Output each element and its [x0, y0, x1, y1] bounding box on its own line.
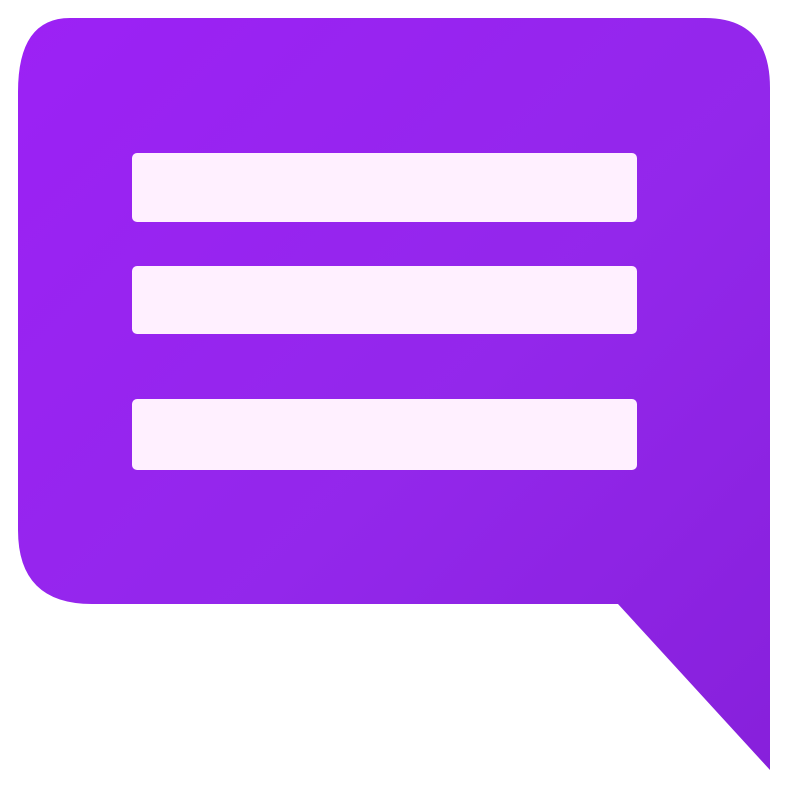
message-line-2 — [132, 266, 637, 334]
message-line-1 — [132, 153, 637, 222]
icon-canvas — [0, 0, 800, 800]
chat-bubble-icon — [0, 0, 800, 800]
message-line-3 — [132, 399, 637, 470]
